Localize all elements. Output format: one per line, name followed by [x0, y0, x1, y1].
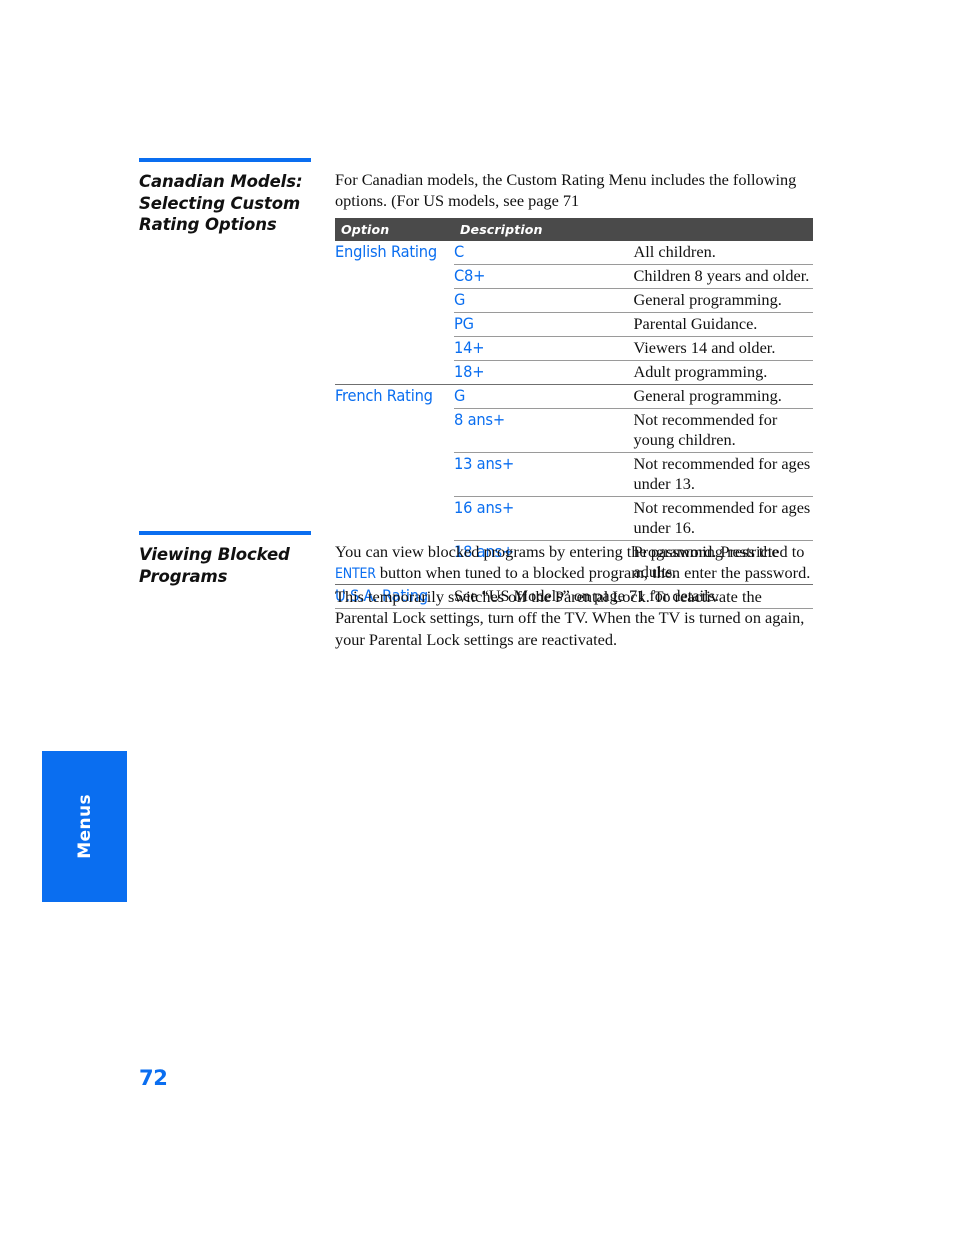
table-row: PG Parental Guidance. — [335, 312, 813, 337]
cell-option: English Rating — [335, 242, 437, 261]
cell-description: General programming. — [633, 384, 813, 409]
table-row: 16 ans+ Not recommended for ages under 16… — [335, 496, 813, 541]
heading-rule — [139, 531, 311, 535]
cell-rating-code: C — [454, 242, 465, 261]
cell-option — [335, 265, 454, 289]
table-header-row: Option Description — [335, 218, 813, 241]
cell-description: General programming. — [633, 288, 813, 313]
cell-option — [335, 361, 454, 385]
cell-description: Adult programming. — [633, 360, 813, 385]
cell-option — [335, 337, 454, 361]
column-header-description: Description — [454, 218, 813, 241]
cell-description: Viewers 14 and older. — [633, 336, 813, 361]
cell-rating-code: 14+ — [454, 336, 634, 361]
body-paragraph-viewing-blocked-programs: You can view blocked programs by enterin… — [335, 541, 813, 650]
cell-rating-code: 13 ans+ — [454, 452, 634, 497]
page-number: 72 — [139, 1066, 168, 1090]
enter-keycap-label: ENTER — [335, 566, 376, 583]
cell-option — [335, 497, 454, 541]
cell-rating-code: PG — [454, 312, 634, 337]
section-heading-canadian-models: Canadian Models: Selecting Custom Rating… — [139, 172, 303, 234]
document-page: Canadian Models: Selecting Custom Rating… — [0, 0, 954, 1235]
cell-rating-code: C8+ — [454, 264, 634, 289]
table-row: 14+ Viewers 14 and older. — [335, 336, 813, 361]
cell-rating-code: G — [454, 384, 634, 409]
table-row: English Rating C All children. — [335, 241, 813, 265]
column-header-option: Option — [335, 218, 454, 241]
cell-description: Children 8 years and older. — [633, 264, 813, 289]
table-row: C8+ Children 8 years and older. — [335, 264, 813, 289]
cell-description: Parental Guidance. — [633, 312, 813, 337]
cell-description: Not recommended for young children. — [633, 408, 813, 453]
table-row: G General programming. — [335, 288, 813, 313]
cell-description: Not recommended for ages under 16. — [633, 496, 813, 541]
cell-description: Not recommended for ages under 13. — [633, 452, 813, 497]
section-canadian-models: Canadian Models: Selecting Custom Rating… — [139, 158, 339, 236]
cell-option — [335, 453, 454, 497]
intro-paragraph-canadian-models: For Canadian models, the Custom Rating M… — [335, 170, 797, 211]
cell-rating-code: 8 ans+ — [454, 408, 634, 453]
cell-description: All children. — [633, 242, 716, 261]
side-tab-label: Menus — [74, 794, 95, 859]
paragraph-text-before-keycap: You can view blocked programs by enterin… — [335, 542, 779, 561]
chapter-side-tab-menus: Menus — [42, 751, 127, 902]
cell-option — [335, 409, 454, 453]
table-row: French Rating G General programming. — [335, 384, 813, 409]
cell-option: French Rating — [335, 384, 454, 409]
cell-rating-code: 18+ — [454, 360, 634, 385]
section-viewing-blocked-programs: Viewing Blocked Programs — [139, 531, 339, 587]
paragraph-text-after-keycap: button when tuned to a blocked program, … — [335, 563, 811, 649]
table-row: 13 ans+ Not recommended for ages under 13… — [335, 452, 813, 497]
cell-option — [335, 289, 454, 313]
cell-rating-code: 16 ans+ — [454, 496, 634, 541]
section-heading-viewing-blocked-programs: Viewing Blocked Programs — [139, 545, 290, 586]
cell-option — [335, 313, 454, 337]
cell-rating-code: G — [454, 288, 634, 313]
table-row: 8 ans+ Not recommended for young children… — [335, 408, 813, 453]
heading-rule — [139, 158, 311, 162]
table-row: 18+ Adult programming. — [335, 360, 813, 385]
